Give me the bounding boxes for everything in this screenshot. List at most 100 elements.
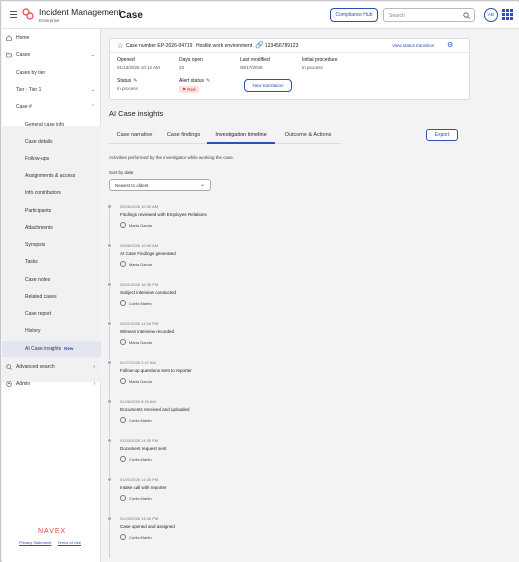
timeline-user: Curtis Martin <box>129 457 152 462</box>
user-icon <box>120 534 126 540</box>
timeline-dot <box>107 204 112 209</box>
view-status-transition-link[interactable]: View status transition <box>392 43 434 48</box>
timeline-user: Curtis Martin <box>129 418 152 423</box>
app-grid-icon[interactable] <box>502 9 513 20</box>
export-button[interactable]: Export <box>426 129 458 141</box>
sidebar-item-related-cases[interactable]: Related cases <box>2 289 101 305</box>
timeline-user: Maria Garcia <box>129 223 152 228</box>
sidebar-item-info-contributors[interactable]: Info contributors <box>2 185 101 201</box>
new-translation-button[interactable]: New translation <box>244 79 292 92</box>
sidebar-item-tasks[interactable]: Tasks <box>2 254 101 270</box>
sidebar-item-case-number[interactable]: Case # ⌃ <box>2 99 101 115</box>
last-modified-field: Last modified 06/17/2026 <box>240 57 270 70</box>
user-icon <box>120 300 126 306</box>
last-modified-value: 06/17/2026 <box>240 65 263 70</box>
tab-outcome-actions[interactable]: Outcome & Actions <box>275 130 341 144</box>
sidebar-label: Related cases <box>25 294 57 300</box>
sidebar-item-cases[interactable]: Cases ⌄ <box>2 47 101 63</box>
user-icon <box>120 417 126 423</box>
sidebar-item-synopsis[interactable]: Synopsis <box>2 237 101 253</box>
star-icon[interactable]: ☆ <box>117 42 123 50</box>
sidebar-item-home[interactable]: Home <box>2 30 101 46</box>
timeline-title: Case opened and assigned <box>120 524 175 529</box>
sidebar-label: Attachments <box>25 225 53 231</box>
sort-select[interactable]: Newest to oldest ⌄ <box>109 179 211 191</box>
sidebar-item-participants[interactable]: Participants <box>2 203 101 219</box>
terms-link[interactable]: Terms of Use <box>57 540 81 545</box>
timeline: 02/06/2026 10:00 AM Findings reviewed wi… <box>107 201 409 561</box>
sidebar-label: Tier - Tier 1 <box>16 87 42 93</box>
timeline-dot <box>107 243 112 248</box>
alert-status-field: Alert status ✎ ⚑ Red <box>179 78 210 93</box>
app-frame: Incident Management Enterprise Case Comp… <box>0 0 519 562</box>
sidebar: Home Cases ⌄ Cases by tier Tier - Tier 1… <box>2 29 101 562</box>
opened-label: Opened <box>117 57 135 63</box>
last-modified-label: Last modified <box>240 57 270 63</box>
sidebar-item-admin[interactable]: Admin › <box>2 376 101 392</box>
sidebar-label: Case notes <box>25 277 51 283</box>
sidebar-item-tier[interactable]: Tier - Tier 1 ⌄ <box>2 82 101 98</box>
sidebar-item-history[interactable]: History <box>2 323 101 339</box>
page-title: Case <box>119 10 143 21</box>
timeline-timestamp: 01/26/2026 8:20 AM <box>120 399 156 404</box>
status-label: Status <box>117 78 132 84</box>
timeline-dot <box>107 282 112 287</box>
tab-case-narrative[interactable]: Case narrative <box>109 130 160 144</box>
sidebar-item-case-report[interactable]: Case report <box>2 306 101 322</box>
pencil-icon[interactable]: ✎ <box>133 78 137 84</box>
tab-investigation-timeline[interactable]: Investigation timeline <box>207 130 275 144</box>
user-icon <box>120 261 126 267</box>
timeline-title: Documents received and uploaded <box>120 407 190 412</box>
timeline-timestamp: 01/20/2026 14:30 PM <box>120 516 159 521</box>
gear-icon[interactable]: ⚙ <box>447 41 453 49</box>
timeline-title: Witness interview recorded <box>120 329 175 334</box>
initial-procedure-value: In process <box>302 65 323 70</box>
initial-procedure-field: Initial procedure In process <box>302 57 338 70</box>
alert-status-value: Red <box>187 87 196 92</box>
timeline-title: Intake call with reporter <box>120 485 167 490</box>
timeline-entry: 02/01/2026 14:34 PM Witness interview re… <box>107 318 409 357</box>
sidebar-item-case-notes[interactable]: Case notes <box>2 272 101 288</box>
sidebar-label: Admin <box>16 381 31 387</box>
sidebar-item-ai-case-insights[interactable]: AI Case insights New <box>2 341 101 357</box>
sort-label: Sort by date <box>109 170 134 175</box>
tab-bar: Case narrative Case findings Investigati… <box>109 130 341 144</box>
timeline-timestamp: 01/23/2026 14:30 PM <box>120 438 159 443</box>
sidebar-item-assignments[interactable]: Assignments & access <box>2 168 101 184</box>
sidebar-item-attachments[interactable]: Attachments <box>2 220 101 236</box>
sidebar-label: Assignments & access <box>25 173 76 179</box>
opened-value: 01/13/2026 10:12 AM <box>117 65 160 70</box>
app-name: Incident Management <box>39 7 121 17</box>
sidebar-label-text: AI Case insights <box>25 346 62 352</box>
divider <box>110 52 469 53</box>
sidebar-item-advanced-search[interactable]: Advanced search › <box>2 359 101 375</box>
link-icon: 🔗 <box>255 42 264 49</box>
tab-case-findings[interactable]: Case findings <box>160 130 207 144</box>
sidebar-label: Home <box>16 35 30 41</box>
sidebar-item-follow-ups[interactable]: Follow-ups <box>2 151 101 167</box>
search-input[interactable]: Search <box>383 8 475 22</box>
privacy-link[interactable]: Privacy Statement <box>19 540 51 545</box>
sidebar-item-general-case-info[interactable]: General case info <box>2 117 101 133</box>
sidebar-item-cases-by-tier[interactable]: Cases by tier <box>2 65 101 81</box>
app-logo-icon <box>22 8 34 20</box>
timeline-timestamp: 02/01/2026 16:35 PM <box>120 282 159 287</box>
user-avatar[interactable]: AB <box>484 8 498 22</box>
user-icon <box>120 222 126 228</box>
chevron-up-icon: ⌃ <box>90 104 95 110</box>
case-type: Hostile work environment <box>196 43 253 49</box>
days-open-value: 23 <box>179 65 185 70</box>
chevron-right-icon: › <box>93 381 95 387</box>
menu-icon[interactable] <box>10 11 17 18</box>
timeline-timestamp: 02/06/2026 10:00 AM <box>120 243 159 248</box>
opened-field: Opened 01/13/2026 10:12 AM <box>117 57 160 70</box>
sidebar-label: Case details <box>25 139 53 145</box>
sidebar-item-case-details[interactable]: Case details <box>2 134 101 150</box>
timeline-entry: 01/26/2026 8:20 AM Documents received an… <box>107 396 409 435</box>
user-icon <box>120 339 126 345</box>
timeline-user: Curtis Martin <box>129 301 152 306</box>
compliance-hub-button[interactable]: Compliance Hub <box>330 8 378 22</box>
timeline-dot <box>107 516 112 521</box>
status-field: Status ✎ In process <box>117 78 138 91</box>
pencil-icon[interactable]: ✎ <box>206 78 210 84</box>
